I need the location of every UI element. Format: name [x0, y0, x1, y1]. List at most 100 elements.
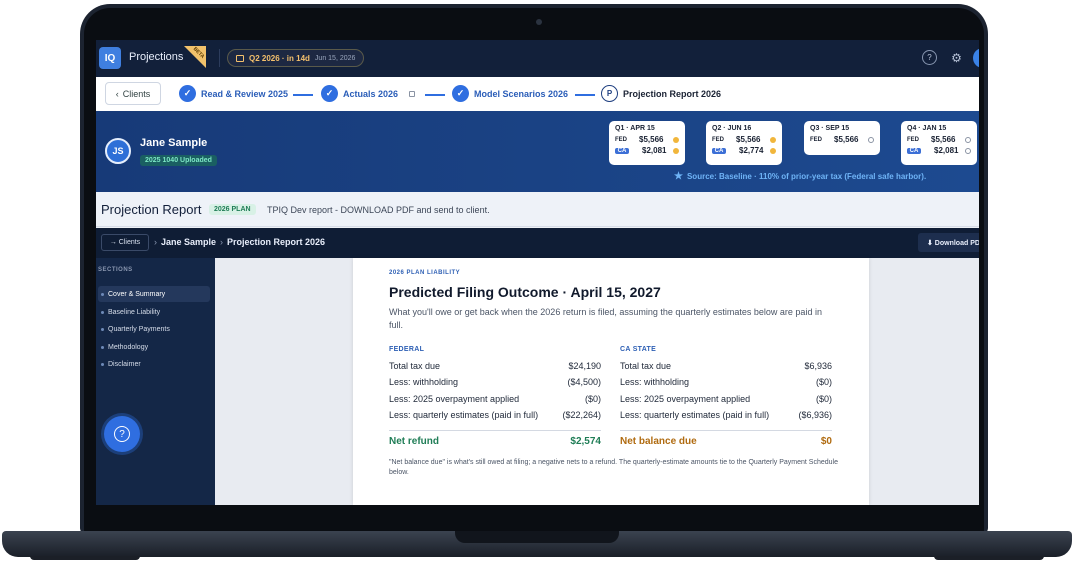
ca-amount: $2,081	[642, 146, 667, 155]
breadcrumb-bar: → Clients › Jane Sample › Projection Rep…	[96, 228, 979, 258]
step-model-scenarios[interactable]: ✓ Model Scenarios 2026	[452, 85, 568, 102]
open-status-icon	[868, 136, 874, 143]
chevron-right-icon: ›	[154, 237, 157, 247]
sections-sidebar: SECTIONS Cover & Summary Baseline Liabil…	[96, 258, 215, 505]
line-item: Less: withholding ($0)	[620, 377, 832, 393]
step-read-review[interactable]: ✓ Read & Review 2025	[179, 85, 288, 102]
upload-status-badge: 2025 1040 Uploaded	[140, 155, 217, 166]
line-label: Less: 2025 overpayment applied	[620, 393, 751, 404]
breadcrumb-page: Projection Report 2026	[227, 237, 326, 247]
sidebar-item-cover-summary[interactable]: Cover & Summary	[98, 286, 210, 302]
source-text: Source: Baseline · 110% of prior-year ta…	[686, 172, 927, 181]
step-label: Projection Report 2026	[623, 88, 722, 99]
divider	[620, 430, 832, 432]
report-header: Projection Report 2026 PLAN TPIQ Dev rep…	[96, 192, 979, 227]
line-item: Less: quarterly estimates (paid in full)…	[620, 410, 832, 426]
quarter-card-q4[interactable]: Q4 · JAN 15 FED $5,566 CA $2,081	[901, 121, 977, 165]
client-name: Jane Sample	[140, 137, 208, 149]
fed-tag: FED	[810, 136, 822, 143]
fed-amount: $5,566	[834, 135, 859, 144]
quarter-title: Q1 · APR 15	[615, 125, 655, 132]
pending-status-icon	[770, 136, 776, 143]
chevron-left-icon: ‹	[115, 88, 119, 99]
sidebar-item-disclaimer[interactable]: Disclaimer	[98, 356, 210, 372]
check-icon: ✓	[321, 85, 338, 102]
line-label: Less: 2025 overpayment applied	[389, 393, 520, 404]
sidebar-item-baseline-liability[interactable]: Baseline Liability	[98, 304, 210, 320]
quarter-title: Q3 · SEP 15	[810, 125, 850, 132]
step-connector	[575, 94, 595, 96]
user-avatar[interactable]	[973, 48, 979, 68]
app-logo[interactable]: IQ	[99, 47, 121, 69]
total-value: $2,574	[570, 436, 601, 448]
client-header: JS Jane Sample 2025 1040 Uploaded Q1 · A…	[96, 111, 979, 192]
line-item: Less: quarterly estimates (paid in full)…	[389, 410, 601, 426]
app-bar: IQ Projections BETA Q2 2026 · in 14d Jun…	[96, 40, 979, 77]
footnote: "Net balance due" is what's still owed a…	[389, 459, 838, 476]
step-label: Model Scenarios 2026	[474, 88, 569, 99]
line-value: ($6,936)	[798, 409, 832, 420]
gear-icon[interactable]: ⚙	[949, 50, 964, 65]
step-marker: P	[601, 85, 618, 102]
breadcrumb-client[interactable]: Jane Sample	[161, 237, 216, 247]
line-item: Less: withholding ($4,500)	[389, 377, 601, 393]
app-title: Projections	[129, 51, 184, 63]
fed-tag: FED	[712, 136, 724, 143]
laptop-foot	[30, 556, 140, 560]
total-label: Net refund	[389, 436, 439, 448]
line-item: Total tax due $6,936	[620, 361, 832, 377]
quarter-card-q2[interactable]: Q2 · JUN 16 FED $5,566 CA $2,774	[706, 121, 782, 165]
fed-amount: $5,566	[931, 135, 956, 144]
step-projection-report[interactable]: P Projection Report 2026	[601, 85, 721, 102]
quarter-card-q3[interactable]: Q3 · SEP 15 FED $5,566	[804, 121, 880, 155]
open-status-icon	[965, 147, 971, 154]
chevron-right-icon: ›	[220, 237, 224, 247]
screen: IQ Projections BETA Q2 2026 · in 14d Jun…	[96, 40, 979, 505]
sidebar-item-quarterly-payments[interactable]: Quarterly Payments	[98, 321, 210, 337]
back-to-clients-button[interactable]: ‹ Clients	[105, 82, 161, 105]
line-value: $24,190	[568, 361, 601, 371]
document-subtitle: What you'll owe or get back when the 202…	[389, 307, 822, 330]
line-label: Less: withholding	[620, 377, 690, 388]
step-label: Read & Review 2025	[201, 88, 289, 99]
download-pdf-button[interactable]: ⬇ Download PDF	[918, 233, 979, 252]
document-viewer: 2026 PLAN LIABILITY Predicted Filing Out…	[215, 258, 979, 505]
workflow-stepper: ‹ Clients ✓ Read & Review 2025 ✓ Actuals…	[96, 77, 979, 111]
step-label: Actuals 2026	[343, 88, 399, 99]
line-label: Less: quarterly estimates (paid in full)	[389, 409, 539, 420]
sidebar-item-methodology[interactable]: Methodology	[98, 339, 210, 355]
step-actuals[interactable]: ✓ Actuals 2026	[321, 85, 416, 102]
current-quarter-pill[interactable]: Q2 2026 · in 14d Jun 15, 2026	[227, 49, 365, 67]
document-title: Predicted Filing Outcome · April 15, 202…	[389, 284, 661, 300]
ca-amount: $2,081	[934, 146, 959, 155]
fed-tag: FED	[615, 136, 627, 143]
quarter-date: Jun 15, 2026	[314, 54, 356, 62]
state-heading: CA STATE	[620, 346, 657, 353]
line-value: $6,936	[804, 361, 832, 371]
line-label: Less: withholding	[389, 377, 459, 388]
quarter-label: Q2 2026 · in 14d	[249, 53, 310, 63]
section-kicker: 2026 PLAN LIABILITY	[389, 270, 461, 276]
quarter-card-q1[interactable]: Q1 · APR 15 FED $5,566 CA $2,081	[609, 121, 685, 165]
divider	[219, 49, 220, 67]
ca-tag: CA	[712, 147, 726, 154]
total-label: Net balance due	[620, 436, 697, 448]
total-value: $0	[820, 436, 832, 448]
question-icon: ?	[114, 426, 130, 442]
state-column: CA STATE Total tax due $6,936 Less: withh…	[620, 346, 832, 447]
step-connector	[293, 94, 313, 96]
ca-tag: CA	[615, 147, 629, 154]
clients-link-button[interactable]: → Clients	[101, 234, 149, 251]
report-page: 2026 PLAN LIABILITY Predicted Filing Out…	[353, 258, 869, 505]
laptop-notch	[455, 531, 619, 543]
quarter-title: Q2 · JUN 16	[712, 125, 752, 132]
line-value: ($0)	[815, 377, 832, 388]
ca-tag: CA	[907, 147, 921, 154]
page-title: Projection Report	[101, 202, 202, 217]
check-icon: ✓	[452, 85, 469, 102]
help-icon[interactable]: ?	[922, 50, 937, 65]
calendar-icon	[236, 54, 244, 62]
star-icon: ★	[674, 171, 683, 182]
source-note: ★ Source: Baseline · 110% of prior-year …	[674, 171, 926, 182]
help-button[interactable]: ?	[104, 416, 140, 452]
